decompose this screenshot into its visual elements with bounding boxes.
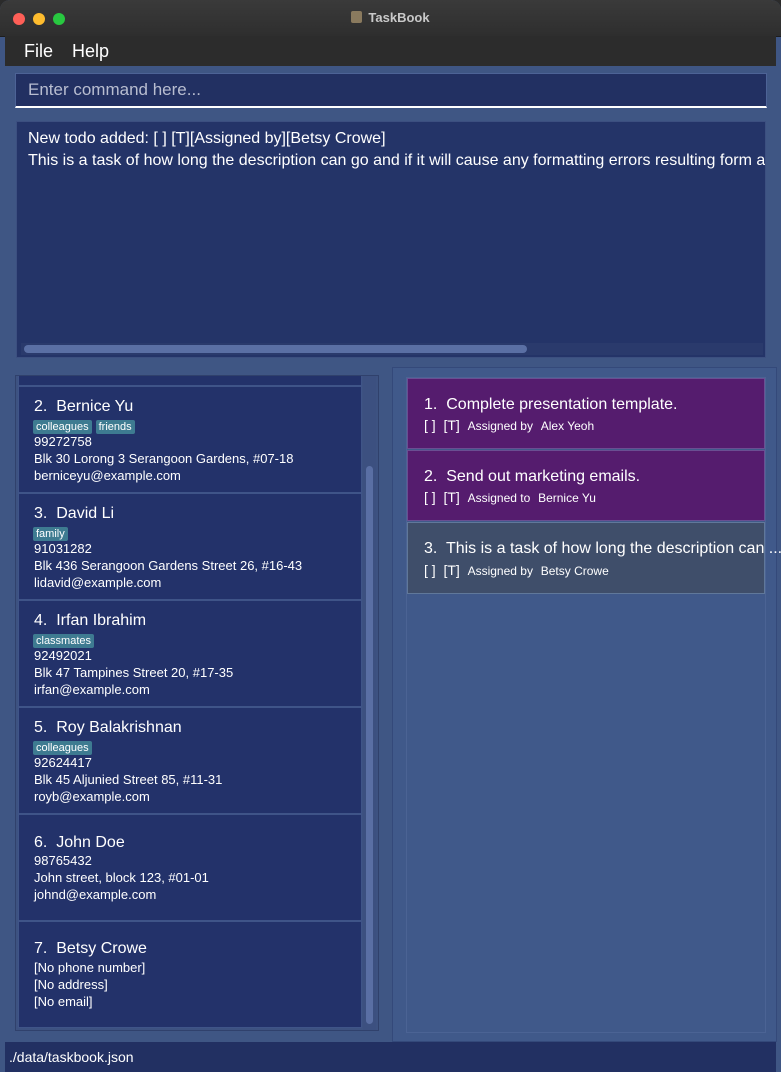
person-name: 4. Irfan Ibrahim — [34, 612, 147, 629]
scrollbar-thumb[interactable] — [366, 466, 373, 1024]
person-email: royb@example.com — [34, 789, 150, 804]
person-tags: colleagues friends — [33, 417, 139, 434]
app-icon — [351, 11, 363, 23]
person-email: lidavid@example.com — [34, 575, 162, 590]
person-phone: 98765432 — [34, 853, 92, 868]
person-card[interactable]: 6. John Doe 98765432 John street, block … — [18, 814, 362, 921]
person-name: 3. David Li — [34, 505, 115, 522]
result-display: New todo added: [ ] [T][Assigned by][Bet… — [16, 121, 766, 358]
person-card[interactable]: 7. Betsy Crowe [No phone number] [No add… — [18, 921, 362, 1028]
task-details: [ ] [T] Assigned by Betsy Crowe — [424, 562, 609, 578]
person-address: [No address] — [34, 977, 108, 992]
save-location: ./data/taskbook.json — [9, 1049, 134, 1065]
person-name: 6. John Doe — [34, 834, 125, 851]
person-name: 2. Bernice Yu — [34, 398, 134, 415]
person-address: Blk 47 Tampines Street 20, #17-35 — [34, 665, 234, 680]
person-phone: 92492021 — [34, 648, 92, 663]
person-address: Blk 436 Serangoon Gardens Street 26, #16… — [34, 558, 303, 573]
person-phone: 91031282 — [34, 541, 92, 556]
command-input[interactable] — [16, 74, 766, 106]
person-phone: 92624417 — [34, 755, 92, 770]
title-bar: TaskBook — [0, 0, 781, 37]
scrollbar-thumb[interactable] — [24, 345, 527, 353]
task-card[interactable]: 1. Complete presentation template. [ ] [… — [407, 378, 765, 449]
task-person: Betsy Crowe — [540, 564, 609, 578]
task-title: 3. This is a task of how long the descri… — [424, 540, 781, 557]
person-card[interactable]: 5. Roy Balakrishnan colleagues 92624417 … — [18, 707, 362, 814]
result-horizontal-scrollbar[interactable] — [21, 343, 763, 355]
app-window: TaskBook File Help New todo added: [ ] [… — [0, 0, 781, 1072]
person-card[interactable]: 3. David Li family 91031282 Blk 436 Sera… — [18, 493, 362, 600]
tag: family — [33, 527, 68, 541]
person-address: Blk 45 Aljunied Street 85, #11-31 — [34, 772, 223, 787]
task-title: 2. Send out marketing emails. — [424, 468, 641, 485]
window-title: TaskBook — [0, 10, 781, 25]
person-email: irfan@example.com — [34, 682, 150, 697]
person-list-panel: 2. Bernice Yu colleagues friends 99272758… — [15, 375, 379, 1031]
task-type: [T] — [443, 562, 460, 578]
person-email: berniceyu@example.com — [34, 468, 181, 483]
task-person: Bernice Yu — [538, 491, 596, 505]
task-card-selected[interactable]: 3. This is a task of how long the descri… — [407, 522, 781, 594]
person-address: John street, block 123, #01-01 — [34, 870, 209, 885]
task-status: [ ] — [424, 417, 436, 433]
person-card-partial[interactable] — [18, 376, 362, 386]
person-tags: classmates — [33, 631, 98, 648]
task-title: 1. Complete presentation template. — [424, 396, 678, 413]
task-card[interactable]: 2. Send out marketing emails. [ ] [T] As… — [407, 450, 765, 521]
person-email: [No email] — [34, 994, 93, 1009]
task-relation: Assigned by — [467, 419, 533, 433]
person-phone: 99272758 — [34, 434, 92, 449]
task-person: Alex Yeoh — [540, 419, 595, 433]
person-name: 7. Betsy Crowe — [34, 940, 147, 957]
window-title-text: TaskBook — [368, 10, 430, 25]
menu-bar: File Help — [5, 36, 776, 66]
tag: classmates — [33, 634, 95, 648]
task-list: 1. Complete presentation template. [ ] [… — [406, 377, 781, 1033]
task-status: [ ] — [424, 489, 436, 505]
menu-help[interactable]: Help — [72, 41, 109, 62]
person-list-scrollbar[interactable] — [363, 376, 376, 1030]
person-tags: colleagues — [33, 738, 96, 755]
result-line-1: New todo added: [ ] [T][Assigned by][Bet… — [28, 130, 386, 147]
tag: friends — [95, 420, 135, 434]
person-name: 5. Roy Balakrishnan — [34, 719, 182, 736]
task-status: [ ] — [424, 562, 436, 578]
person-card[interactable]: 2. Bernice Yu colleagues friends 99272758… — [18, 386, 362, 493]
command-box — [15, 73, 767, 108]
status-bar: ./data/taskbook.json — [5, 1042, 776, 1072]
task-relation: Assigned by — [467, 564, 533, 578]
task-details: [ ] [T] Assigned by Alex Yeoh — [424, 417, 594, 433]
person-address: Blk 30 Lorong 3 Serangoon Gardens, #07-1… — [34, 451, 294, 466]
task-type: [T] — [443, 417, 460, 433]
task-list-panel: 1. Complete presentation template. [ ] [… — [392, 367, 781, 1042]
result-line-2: This is a task of how long the descripti… — [28, 152, 766, 169]
tag: colleagues — [33, 741, 92, 755]
task-type: [T] — [443, 489, 460, 505]
task-relation: Assigned to — [467, 491, 531, 505]
person-phone: [No phone number] — [34, 960, 146, 975]
menu-file[interactable]: File — [24, 41, 53, 62]
person-tags: family — [33, 524, 72, 541]
task-details: [ ] [T] Assigned to Bernice Yu — [424, 489, 596, 505]
person-card[interactable]: 4. Irfan Ibrahim classmates 92492021 Blk… — [18, 600, 362, 707]
tag: colleagues — [33, 420, 92, 434]
person-email: johnd@example.com — [34, 887, 157, 902]
